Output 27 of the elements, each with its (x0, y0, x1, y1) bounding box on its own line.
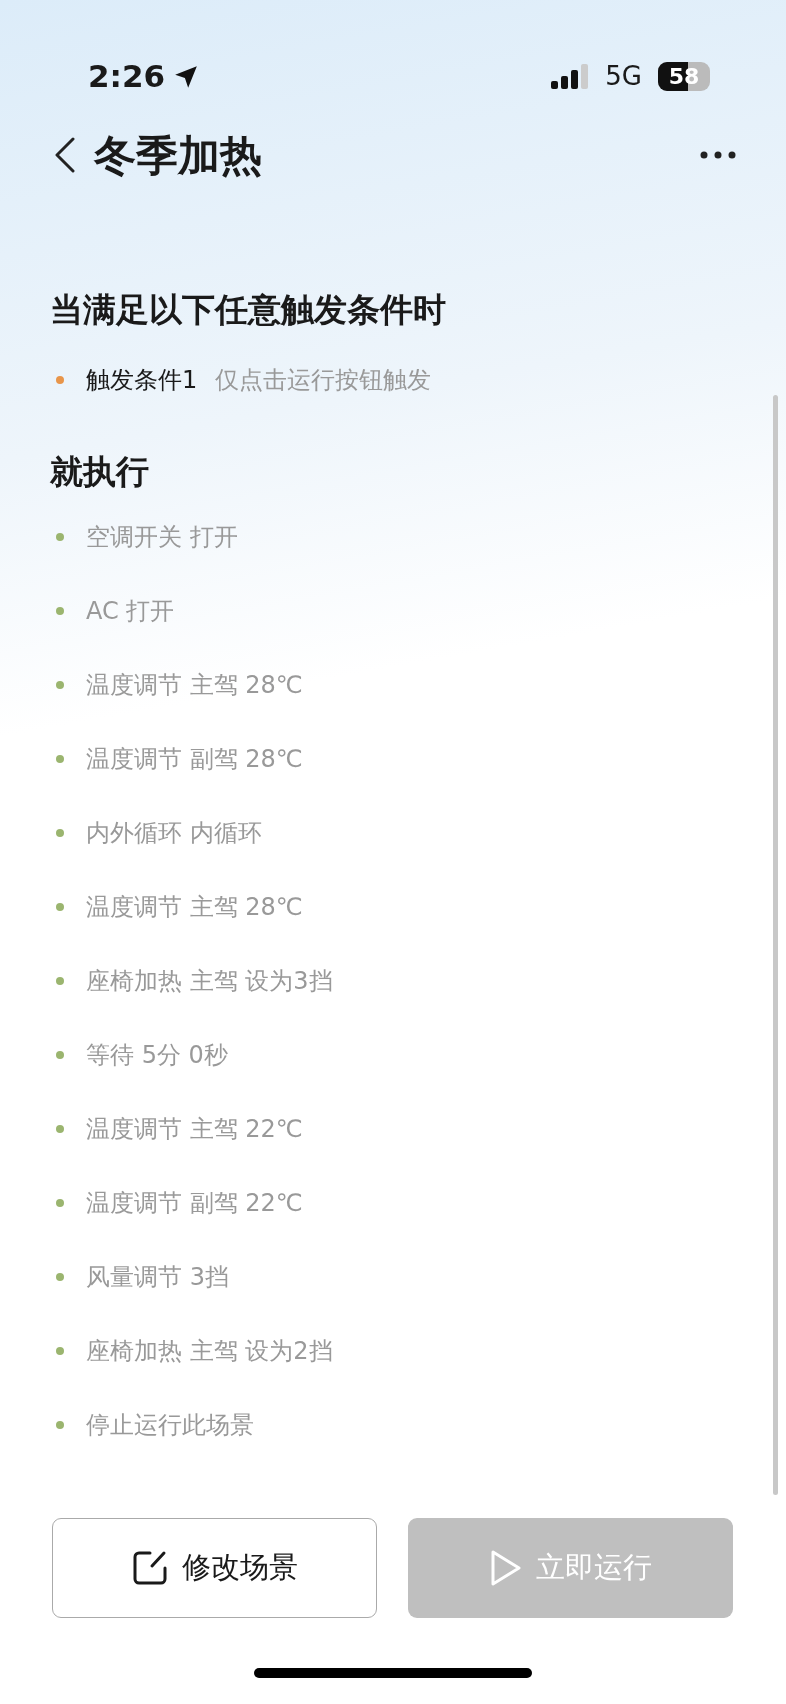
trigger-label: 触发条件1 (86, 364, 198, 396)
action-label: 停止运行此场景 (86, 1410, 254, 1441)
action-label: 座椅加热 主驾 设为3挡 (86, 966, 333, 997)
action-label: 内外循环 内循环 (86, 818, 262, 849)
back-icon[interactable] (54, 137, 76, 173)
page-title: 冬季加热 (94, 129, 262, 182)
location-arrow-icon (173, 63, 200, 90)
action-label: 座椅加热 主驾 设为2挡 (86, 1336, 333, 1367)
action-label: 等待 5分 0秒 (86, 1040, 228, 1071)
network-label: 5G (605, 60, 642, 93)
action-label: AC 打开 (86, 596, 175, 627)
signal-icon (551, 64, 590, 89)
action-label: 空调开关 打开 (86, 522, 238, 553)
action-label: 温度调节 主驾 28℃ (86, 670, 303, 701)
edit-icon (131, 1550, 168, 1586)
action-label: 温度调节 主驾 22℃ (86, 1114, 303, 1145)
section-title: 就执行 (50, 450, 150, 493)
action-label: 温度调节 副驾 22℃ (86, 1188, 303, 1219)
status-time: 2:26 (88, 57, 166, 97)
action-label: 风量调节 3挡 (86, 1262, 229, 1293)
play-icon (489, 1549, 522, 1587)
section-title: 当满足以下任意触发条件时 (50, 289, 447, 331)
action-label: 温度调节 主驾 28℃ (86, 892, 303, 923)
trigger-detail: 仅点击运行按钮触发 (215, 364, 432, 396)
edit-button[interactable]: 修改场景 (52, 1518, 377, 1618)
more-icon[interactable] (700, 151, 736, 159)
action-label: 温度调节 副驾 28℃ (86, 744, 303, 775)
